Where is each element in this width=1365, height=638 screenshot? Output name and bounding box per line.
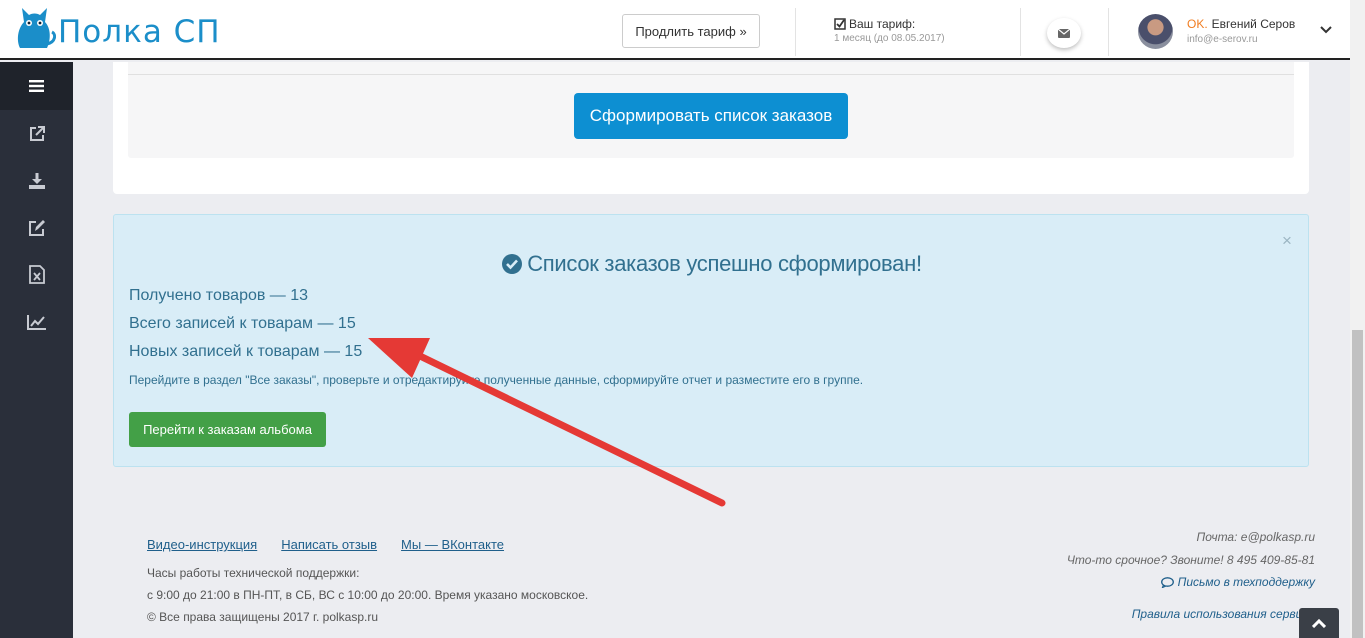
user-status: OK. [1187,17,1208,31]
stat-total-records: Всего записей к товарам — 15 [129,315,356,332]
footer-email: Почта: e@polkasp.ru [1196,530,1315,544]
sidebar-item-excel[interactable] [0,251,73,298]
support-letter-label: Письмо в техподдержку [1177,575,1315,589]
user-email: info@e-serov.ru [1187,34,1258,45]
divider [128,74,1294,75]
tariff-value: 1 месяц (до 08.05.2017) [834,33,945,44]
support-hours-text: с 9:00 до 21:00 в ПН-ПТ, в СБ, ВС с 10:0… [147,588,589,602]
stat-new-records: Новых записей к товарам — 15 [129,343,363,360]
avatar[interactable] [1138,14,1173,49]
page-scrollbar[interactable] [1350,0,1365,638]
header-divider [1108,8,1109,56]
success-title-row: Список заказов успешно сформирован! [114,251,1310,277]
logo-text: Полка СП [58,14,221,50]
chart-line-icon [26,314,46,330]
service-rules-link[interactable]: Правила использования сервиса [1132,607,1315,621]
user-name: Евгений Серов [1211,17,1296,31]
form-actions-well: Сформировать список заказов [128,62,1294,158]
scrollbar-thumb[interactable] [1352,330,1363,638]
generate-orders-button[interactable]: Сформировать список заказов [574,93,848,139]
header-divider [1020,8,1021,56]
edit-icon [28,219,45,236]
stat-received-items: Получено товаров — 13 [129,287,309,304]
cat-logo-icon [17,8,56,48]
envelope-icon [1058,28,1070,38]
check-circle-icon [502,254,523,274]
success-title: Список заказов успешно сформирован! [527,251,922,276]
support-letter-link[interactable]: Письмо в техподдержку [1160,575,1315,589]
instruction-text: Перейдите в раздел "Все заказы", проверь… [129,373,864,387]
sidebar-item-download[interactable] [0,157,73,204]
menu-icon [29,80,44,92]
footer-links: Видео-инструкция Написать отзыв Мы — ВКо… [147,537,504,552]
sidebar-item-edit[interactable] [0,204,73,251]
support-hours-title: Часы работы технической поддержки: [147,566,360,580]
comment-icon [1160,576,1174,588]
footer-phone: Что-то срочное? Звоните! 8 495 409-85-81 [1066,553,1315,567]
tariff-info: Ваш тариф: 1 месяц (до 08.05.2017) [834,17,945,44]
user-info[interactable]: OK. Евгений Серов info@e-serov.ru [1187,17,1295,45]
check-square-icon [834,18,846,30]
header-divider [795,8,796,56]
vkontakte-link[interactable]: Мы — ВКонтакте [401,537,504,552]
messages-button[interactable] [1047,18,1081,48]
chevron-up-icon [1312,618,1326,628]
copyright: © Все права защищены 2017 г. polkasp.ru [147,610,379,624]
order-form-card: Сформировать список заказов [113,62,1309,194]
sidebar-toggle[interactable] [0,62,73,110]
scroll-to-top-button[interactable] [1299,608,1339,638]
close-alert-button[interactable]: × [1282,231,1292,251]
logo[interactable]: Полка СП [14,4,220,54]
sidebar-item-stats[interactable] [0,298,73,345]
top-header: Полка СП Продлить тариф » Ваш тариф: 1 м… [0,0,1350,60]
video-instruction-link[interactable]: Видео-инструкция [147,537,257,552]
tariff-label: Ваш тариф: [849,17,916,31]
sidebar [0,62,73,638]
download-icon [28,172,45,189]
excel-file-icon [28,265,45,284]
external-link-icon [29,125,45,141]
user-menu-toggle[interactable] [1320,22,1332,40]
sidebar-item-export[interactable] [0,110,73,157]
success-alert: × Список заказов успешно сформирован! По… [113,214,1309,467]
extend-tariff-button[interactable]: Продлить тариф » [622,14,760,48]
go-to-album-orders-button[interactable]: Перейти к заказам альбома [129,412,326,447]
chevron-down-icon [1320,26,1332,34]
write-review-link[interactable]: Написать отзыв [281,537,377,552]
